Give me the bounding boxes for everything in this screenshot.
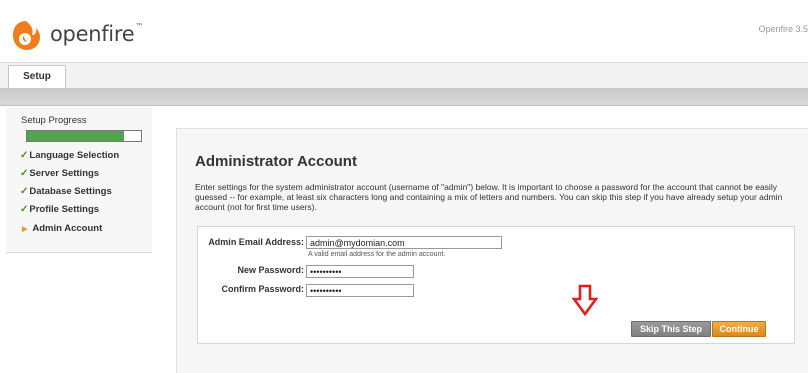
confirm-password-label: Confirm Password: — [221, 284, 304, 294]
email-label: Admin Email Address: — [208, 237, 304, 247]
continue-button[interactable]: Continue — [712, 321, 766, 337]
tab-bar: Setup — [0, 62, 808, 89]
tab-setup[interactable]: Setup — [8, 65, 66, 88]
progress-fill — [27, 131, 124, 141]
confirm-password-field[interactable]: •••••••••• — [306, 284, 414, 297]
skip-this-step-button[interactable]: Skip This Step — [631, 321, 711, 337]
openfire-logo[interactable]: openfire™ — [10, 18, 150, 52]
version-label: Openfire 3.5 — [758, 24, 808, 34]
step-admin-account[interactable]: ▶ Admin Account — [20, 221, 155, 237]
setup-progress-bar — [26, 130, 142, 142]
checkmark-icon: ✓ — [20, 186, 29, 197]
setup-sidebar: Setup Progress ✓Language Selection ✓Serv… — [6, 108, 152, 253]
page-title: Administrator Account — [195, 153, 357, 170]
email-hint: A valid email address for the admin acco… — [308, 251, 446, 258]
email-field[interactable]: admin@mydomian.com — [306, 236, 502, 249]
header: openfire™ Openfire 3.5 — [0, 0, 808, 62]
sub-navigation-bar — [0, 88, 808, 106]
main-panel: Administrator Account Enter settings for… — [176, 128, 808, 373]
step-server-settings[interactable]: ✓Server Settings — [20, 166, 155, 182]
new-password-field[interactable]: •••••••••• — [306, 265, 414, 278]
checkmark-icon: ✓ — [20, 150, 29, 161]
down-arrow-annotation-icon — [572, 284, 598, 316]
step-profile-settings[interactable]: ✓Profile Settings — [20, 202, 155, 218]
current-step-arrow-icon: ▶ — [22, 226, 28, 233]
checkmark-icon: ✓ — [20, 168, 29, 179]
step-language-selection[interactable]: ✓Language Selection — [20, 148, 155, 164]
new-password-label: New Password: — [237, 265, 304, 275]
flame-icon — [13, 21, 40, 50]
checkmark-icon: ✓ — [20, 204, 29, 215]
page-description: Enter settings for the system administra… — [195, 182, 783, 212]
step-database-settings[interactable]: ✓Database Settings — [20, 184, 155, 200]
sidebar-title: Setup Progress — [21, 115, 87, 126]
admin-account-form: Admin Email Address: admin@mydomian.com … — [197, 226, 795, 344]
logo-wordmark: openfire™ — [50, 22, 144, 46]
